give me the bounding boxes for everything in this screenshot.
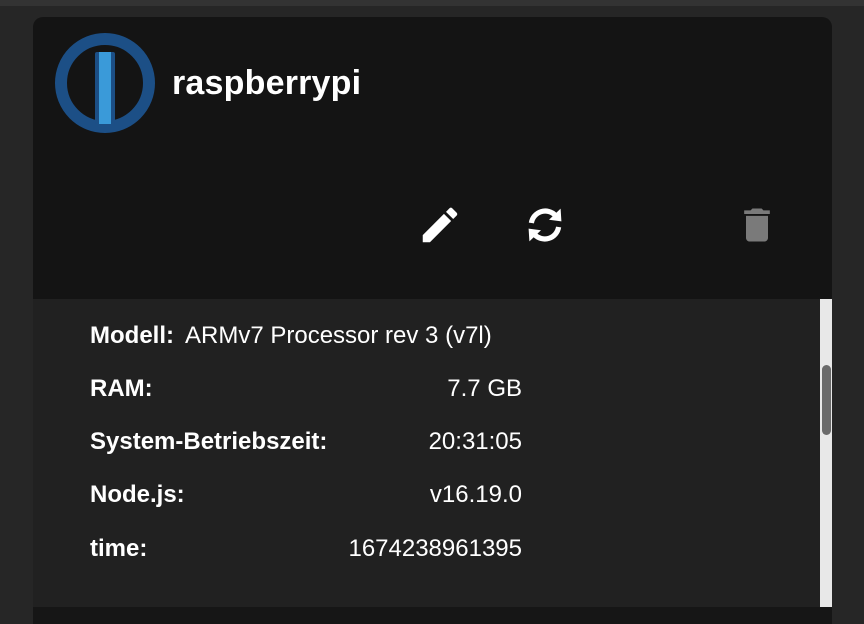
info-row-nodejs: Node.js: v16.19.0 bbox=[90, 478, 522, 512]
trash-icon bbox=[744, 208, 770, 242]
info-row-ram: RAM: 7.7 GB bbox=[90, 372, 522, 406]
info-row-time: time: 1674238961395 bbox=[90, 532, 522, 566]
info-label: Node.js: bbox=[90, 481, 185, 508]
info-row-modell: Modell: ARMv7 Processor rev 3 (v7l) bbox=[90, 319, 522, 353]
iobroker-logo-icon bbox=[55, 33, 155, 133]
edit-button[interactable] bbox=[414, 199, 466, 251]
info-value: ARMv7 Processor rev 3 (v7l) bbox=[185, 322, 492, 349]
info-label: RAM: bbox=[90, 375, 153, 402]
scrollbar-thumb[interactable] bbox=[822, 365, 831, 435]
info-label: time: bbox=[90, 535, 148, 562]
info-value: 7.7 GB bbox=[447, 375, 522, 402]
info-panel: Modell: ARMv7 Processor rev 3 (v7l) RAM:… bbox=[33, 299, 832, 607]
info-row-uptime: System-Betriebszeit: 20:31:05 bbox=[90, 425, 522, 459]
info-value: 1674238961395 bbox=[348, 535, 522, 562]
device-name: raspberrypi bbox=[172, 64, 362, 102]
info-value: v16.19.0 bbox=[429, 481, 522, 508]
scrollbar-track[interactable] bbox=[820, 299, 832, 607]
info-label: System-Betriebszeit: bbox=[90, 428, 328, 455]
top-strip bbox=[0, 0, 864, 6]
instance-card: raspberrypi Modell: ARMv7 Processor rev … bbox=[33, 17, 832, 624]
refresh-icon bbox=[528, 208, 562, 242]
info-value: 20:31:05 bbox=[428, 428, 522, 455]
pencil-icon bbox=[422, 207, 458, 243]
page: raspberrypi Modell: ARMv7 Processor rev … bbox=[0, 0, 864, 624]
card-footer bbox=[33, 607, 832, 624]
refresh-button[interactable] bbox=[519, 199, 571, 251]
delete-button[interactable] bbox=[731, 199, 783, 251]
info-label: Modell: bbox=[90, 322, 174, 349]
